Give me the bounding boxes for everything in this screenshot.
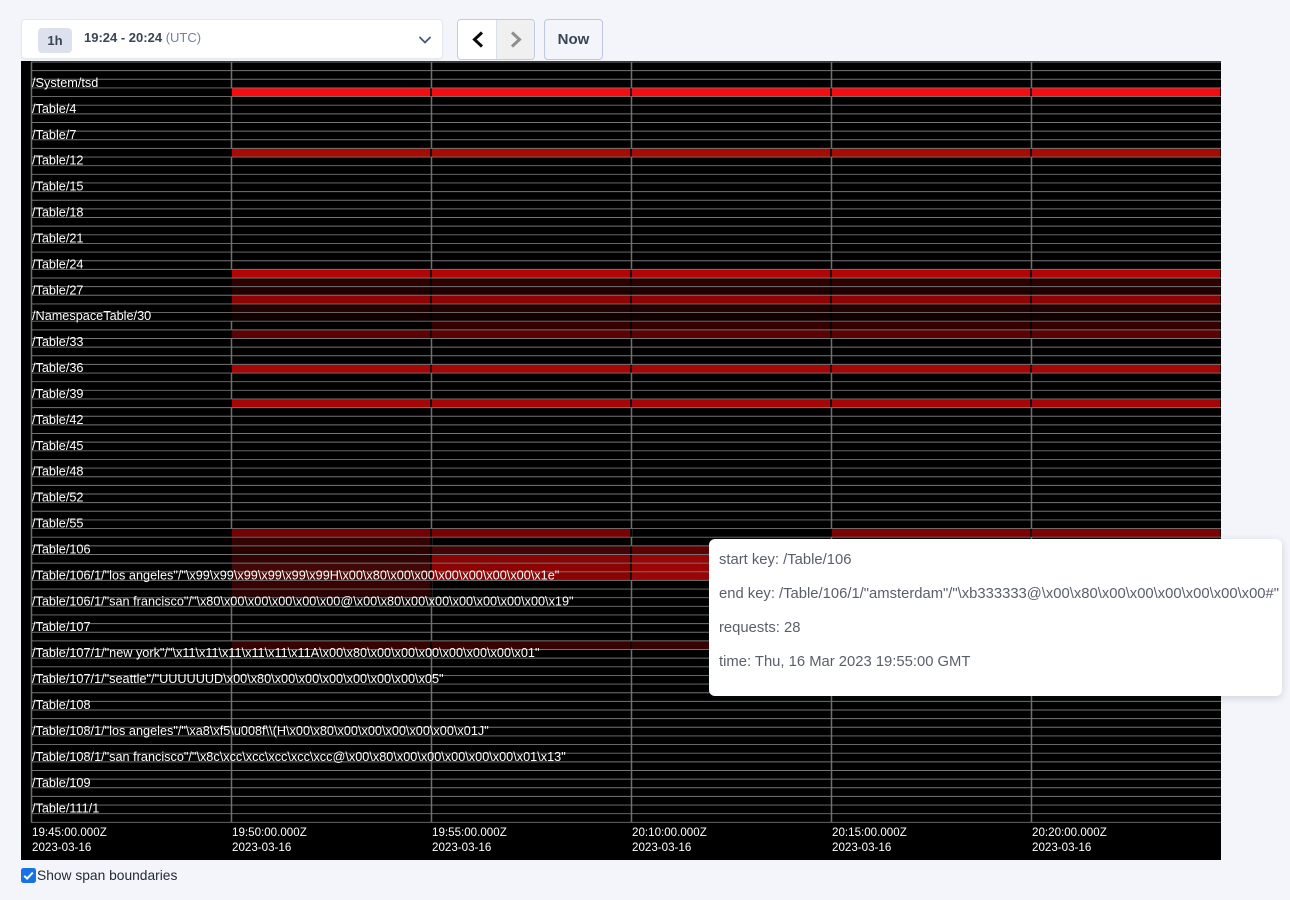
svg-text:/Table/45: /Table/45 (32, 439, 84, 453)
svg-text:20:15:00.000Z: 20:15:00.000Z (832, 826, 907, 839)
svg-text:/Table/18: /Table/18 (32, 206, 84, 220)
svg-text:2023-03-16: 2023-03-16 (32, 841, 91, 854)
svg-text:/Table/107: /Table/107 (32, 620, 91, 634)
svg-text:/Table/108/1/"los angeles"/"\x: /Table/108/1/"los angeles"/"\xa8\xf5\u00… (32, 724, 489, 738)
svg-text:/Table/33: /Table/33 (32, 335, 84, 349)
svg-text:/Table/111/1: /Table/111/1 (32, 802, 99, 816)
svg-text:/Table/15: /Table/15 (32, 180, 84, 194)
svg-text:/Table/4: /Table/4 (32, 102, 76, 116)
svg-text:/Table/48: /Table/48 (32, 465, 84, 479)
svg-text:19:55:00.000Z: 19:55:00.000Z (432, 826, 507, 839)
svg-text:/Table/27: /Table/27 (32, 283, 84, 297)
svg-text:19:45:00.000Z: 19:45:00.000Z (32, 826, 107, 839)
svg-text:2023-03-16: 2023-03-16 (632, 841, 691, 854)
svg-text:20:10:00.000Z: 20:10:00.000Z (632, 826, 707, 839)
svg-text:/Table/106/1/"san francisco"/": /Table/106/1/"san francisco"/"\x80\x00\x… (32, 594, 574, 608)
svg-text:2023-03-16: 2023-03-16 (832, 841, 891, 854)
svg-text:/Table/107/1/"seattle"/"UUUUUU: /Table/107/1/"seattle"/"UUUUUUD\x00\x80\… (32, 672, 444, 686)
svg-text:/System/tsd: /System/tsd (32, 76, 98, 90)
svg-text:/Table/36: /Table/36 (32, 361, 84, 375)
svg-text:20:20:00.000Z: 20:20:00.000Z (1032, 826, 1107, 839)
svg-text:/Table/109: /Table/109 (32, 776, 91, 790)
svg-text:/Table/12: /Table/12 (32, 154, 84, 168)
svg-text:2023-03-16: 2023-03-16 (1032, 841, 1091, 854)
svg-text:/Table/108/1/"san francisco"/": /Table/108/1/"san francisco"/"\x8c\xcc\x… (32, 750, 566, 764)
svg-text:/Table/7: /Table/7 (32, 128, 76, 142)
svg-text:/Table/108: /Table/108 (32, 698, 91, 712)
svg-text:2023-03-16: 2023-03-16 (432, 841, 491, 854)
svg-text:2023-03-16: 2023-03-16 (232, 841, 291, 854)
svg-text:/Table/42: /Table/42 (32, 413, 84, 427)
svg-text:/Table/21: /Table/21 (32, 231, 84, 245)
svg-text:/Table/39: /Table/39 (32, 387, 84, 401)
svg-text:19:50:00.000Z: 19:50:00.000Z (232, 826, 307, 839)
svg-text:/Table/106: /Table/106 (32, 542, 91, 556)
svg-text:/Table/52: /Table/52 (32, 491, 84, 505)
svg-text:/Table/107/1/"new york"/"\x11\: /Table/107/1/"new york"/"\x11\x11\x11\x1… (32, 646, 540, 660)
svg-text:/Table/24: /Table/24 (32, 257, 84, 271)
svg-text:/NamespaceTable/30: /NamespaceTable/30 (32, 309, 151, 323)
svg-text:/Table/106/1/"los angeles"/"\x: /Table/106/1/"los angeles"/"\x99\x99\x99… (32, 568, 559, 582)
svg-text:/Table/55: /Table/55 (32, 517, 84, 531)
